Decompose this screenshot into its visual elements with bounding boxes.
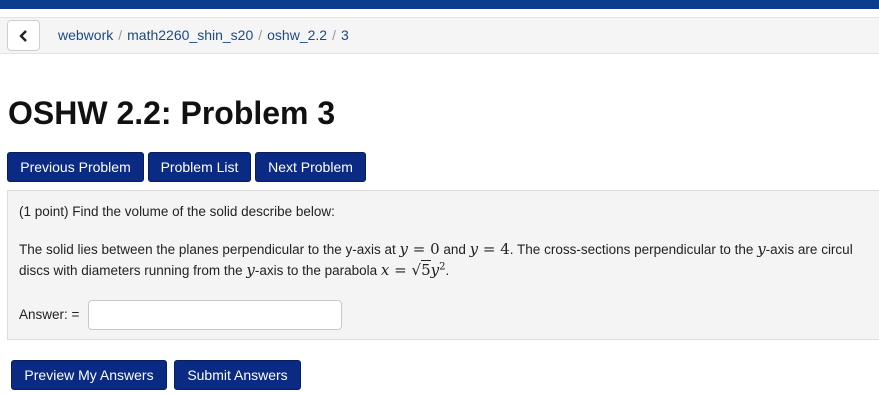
math-op: = [407, 240, 431, 258]
problem-text: -axis are circul [765, 242, 853, 257]
back-button[interactable] [7, 20, 40, 51]
breadcrumb-bar: webwork / math2260_shin_s20/oshw_2.2/3 [0, 17, 879, 54]
math-num: 0 [430, 240, 440, 258]
math-var: y [469, 240, 479, 258]
math-var: y [430, 261, 440, 279]
math-var: y [246, 261, 255, 279]
problem-text: . The cross-sections perpendicular to th… [509, 242, 758, 257]
problem-text: -axis to the parabola [254, 263, 381, 278]
answer-input[interactable] [88, 300, 342, 330]
math-op: = [389, 261, 412, 279]
previous-problem-button[interactable]: Previous Problem [7, 152, 144, 182]
math-op: = [478, 240, 501, 258]
problem-intro: (1 point) Find the volume of the solid d… [19, 204, 335, 219]
submit-answers-button[interactable]: Submit Answers [174, 360, 301, 390]
breadcrumb: webwork / math2260_shin_s20/oshw_2.2/3 [58, 27, 349, 43]
math-var: y [757, 240, 766, 258]
problem-list-button[interactable]: Problem List [148, 152, 251, 182]
top-header-bar [0, 0, 879, 9]
problem-line-2: discs with diameters running from the y-… [19, 260, 450, 279]
sqrt-sign-icon: √ [411, 261, 422, 279]
answer-label: Answer: = [19, 307, 80, 322]
breadcrumb-separator: / [258, 27, 263, 43]
next-problem-button[interactable]: Next Problem [255, 152, 366, 182]
breadcrumb-webwork[interactable]: webwork [58, 27, 113, 43]
breadcrumb-separator: / [332, 27, 336, 43]
problem-text: . [445, 263, 450, 278]
problem-line-1: The solid lies between the planes perpen… [19, 240, 853, 258]
breadcrumb-course[interactable]: math2260_shin_s20 [127, 27, 253, 43]
page-title: OSHW 2.2: Problem 3 [8, 95, 336, 131]
preview-answers-button[interactable]: Preview My Answers [11, 360, 167, 390]
chevron-left-icon [18, 29, 27, 42]
problem-text: The solid lies between the planes perpen… [19, 242, 400, 257]
problem-text: discs with diameters running from the [19, 263, 247, 278]
math-radicand: 5 [421, 260, 431, 279]
problem-panel: (1 point) Find the volume of the solid d… [7, 190, 879, 340]
breadcrumb-set[interactable]: oshw_2.2 [267, 27, 327, 43]
breadcrumb-current: 3 [340, 27, 349, 43]
breadcrumb-separator: / [118, 27, 123, 43]
math-var: y [399, 240, 408, 258]
math-num: 4 [500, 240, 510, 258]
problem-text: and [439, 242, 470, 257]
